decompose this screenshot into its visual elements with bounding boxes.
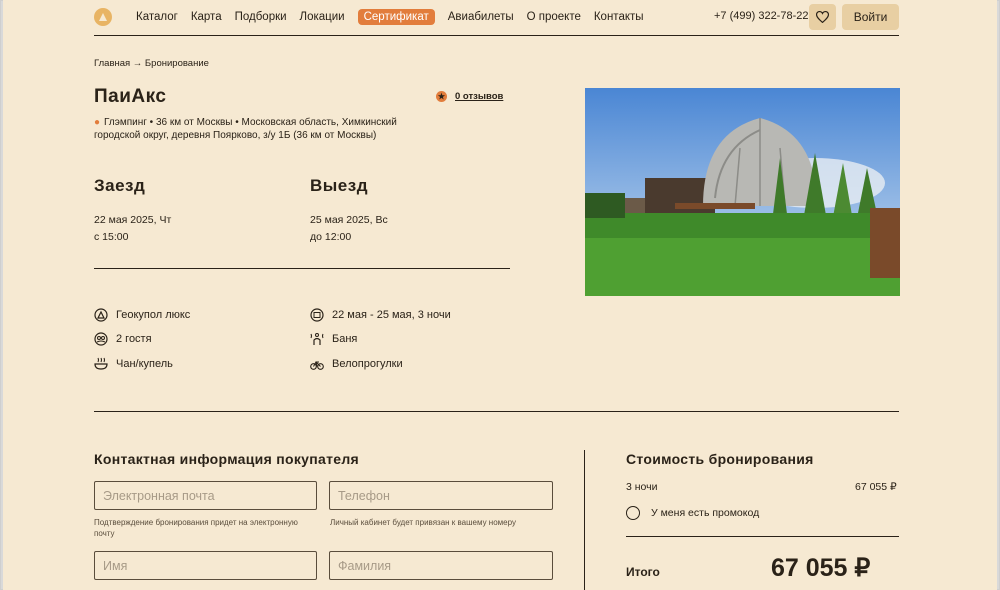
- contact-title: Контактная информация покупателя: [94, 451, 359, 467]
- promo-label[interactable]: У меня есть промокод: [651, 505, 759, 522]
- cost-divider: [626, 536, 899, 537]
- amenity-item: Геокупол люкс: [94, 308, 190, 322]
- checkout-label: Выезд: [310, 176, 368, 195]
- email-field[interactable]: [94, 481, 317, 510]
- nav-about[interactable]: О проекте: [527, 9, 581, 25]
- amenity-item: 22 мая - 25 мая, 3 ночи: [310, 308, 451, 322]
- total-label: Итого: [626, 565, 660, 579]
- nav-collections[interactable]: Подборки: [235, 9, 287, 25]
- nights-label: 3 ночи: [626, 481, 658, 493]
- nav-map[interactable]: Карта: [191, 9, 222, 25]
- top-nav: Каталог Карта Подборки Локации Сертифика…: [3, 0, 997, 36]
- checkin-date: 22 мая 2025, Чт: [94, 214, 172, 226]
- amenity-item: Баня: [310, 332, 357, 346]
- phone-hint: Личный кабинет будет привязан к вашему н…: [330, 518, 516, 527]
- checkin-time: с 15:00: [94, 231, 129, 243]
- nav-flights[interactable]: Авиабилеты: [448, 9, 514, 25]
- nav-contacts[interactable]: Контакты: [594, 9, 644, 25]
- amenity-text: 2 гостя: [116, 333, 152, 345]
- nav-certificate-button[interactable]: Сертификат: [357, 9, 435, 25]
- amenity-item: Велопрогулки: [310, 357, 403, 371]
- booking-page: Каталог Карта Подборки Локации Сертифика…: [3, 0, 997, 590]
- checkin-label: Заезд: [94, 176, 146, 195]
- dates-divider: [94, 268, 510, 269]
- checkout-date: 25 мая 2025, Вс: [310, 214, 388, 226]
- nav-locations[interactable]: Локации: [300, 9, 345, 25]
- amenity-item: Чан/купель: [94, 357, 173, 371]
- nav-divider: [94, 35, 899, 36]
- section-divider: [94, 411, 899, 412]
- house-icon: [94, 308, 108, 322]
- reviews-count: 0 отзывов: [455, 91, 504, 102]
- favorites-button[interactable]: [809, 4, 836, 30]
- guests-icon: [94, 332, 108, 346]
- amenity-text: Велопрогулки: [332, 358, 403, 370]
- tub-icon: [94, 357, 108, 370]
- place-address: ● Глэмпинг • 36 км от Москвы • Московская…: [94, 117, 399, 142]
- total-price: 67 055 ₽: [771, 554, 871, 582]
- amenity-text: 22 мая - 25 мая, 3 ночи: [332, 309, 451, 321]
- email-hint: Подтверждение бронирования придет на эле…: [94, 518, 298, 538]
- logo-icon[interactable]: [94, 8, 112, 26]
- column-divider: [584, 450, 585, 590]
- amenity-text: Чан/купель: [116, 358, 173, 370]
- calendar-icon: [310, 308, 324, 322]
- phone-field[interactable]: [329, 481, 553, 510]
- star-icon: ★: [436, 91, 447, 102]
- bike-icon: [310, 361, 324, 370]
- sauna-icon: [310, 333, 324, 345]
- address-text: Глэмпинг • 36 км от Москвы • Московская …: [94, 117, 397, 141]
- heart-icon: [816, 11, 829, 23]
- cost-title: Стоимость бронирования: [626, 451, 814, 467]
- promo-radio[interactable]: [626, 506, 640, 520]
- amenity-text: Геокупол люкс: [116, 309, 191, 321]
- first-name-field[interactable]: [94, 551, 317, 580]
- phone-link[interactable]: +7 (499) 322-78-22: [714, 10, 808, 22]
- place-title: ПаиАкс: [94, 86, 167, 107]
- login-button[interactable]: Войти: [842, 4, 899, 30]
- nights-price: 67 055 ₽: [855, 481, 897, 493]
- amenity-item: 2 гостя: [94, 332, 152, 346]
- nav-catalog[interactable]: Каталог: [136, 9, 178, 25]
- location-pin-icon: ●: [94, 117, 101, 128]
- breadcrumb[interactable]: Главная → Бронирование: [94, 58, 209, 69]
- reviews-link[interactable]: ★ 0 отзывов: [436, 91, 503, 102]
- checkout-time: до 12:00: [310, 231, 352, 243]
- place-photo: [585, 88, 900, 296]
- nav-links: Каталог Карта Подборки Локации Сертифика…: [136, 9, 657, 25]
- amenity-text: Баня: [332, 333, 358, 345]
- last-name-field[interactable]: [329, 551, 553, 580]
